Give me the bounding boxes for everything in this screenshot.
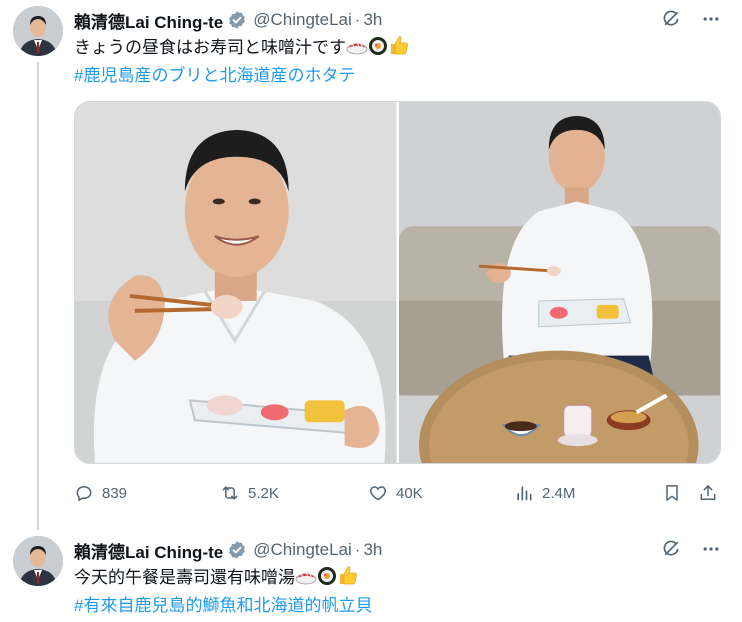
tweet[interactable]: 賴清德Lai Ching-te @ChingteLai · 3h 今天的午餐是壽… [0,530,742,622]
photo-sofa-table[interactable] [398,102,720,463]
views-count: 2.4M [542,484,576,502]
verified-badge-icon [229,11,246,29]
author-name[interactable]: 賴清德Lai Ching-te [74,538,223,563]
sushi-emoji [295,566,317,593]
hashtag-link[interactable]: #鹿児島産のブリと北海道産のホタテ [74,63,410,88]
sushi-emoji [368,36,388,63]
views-icon [517,486,532,501]
share-icon [700,485,716,500]
grok-icon[interactable] [660,538,682,560]
like-icon [370,486,386,501]
sushi-emoji [317,566,337,593]
separator-dot: · [354,540,361,559]
reply-count: 839 [102,484,128,502]
avatar[interactable] [13,536,63,586]
hashtag-link[interactable]: #有來自鹿兒島的鰤魚和北海道的帆立貝 [74,593,372,618]
like-count: 40K [396,484,423,502]
retweet-icon [222,486,238,500]
tweet-header: 賴清德Lai Ching-te @ChingteLai · 3h [74,538,722,562]
tweet[interactable]: 賴清德Lai Ching-te @ChingteLai · 3h きょうの昼食は… [0,0,742,530]
author-handle[interactable]: @ChingteLai [253,10,352,30]
tweet-body: きょうの昼食はお寿司と味噌汁です [74,38,346,57]
more-icon[interactable] [700,538,722,560]
separator-dot: · [354,10,361,29]
tweet-body: 今天的午餐是壽司還有味噌湯 [74,568,295,587]
bookmark-button[interactable] [662,483,690,503]
more-icon[interactable] [700,8,722,30]
reply-button[interactable]: 839 [74,483,127,503]
thumbs-up-emoji [388,34,410,63]
retweet-count: 5.2K [248,484,279,502]
avatar[interactable] [13,6,63,56]
timestamp[interactable]: 3h [363,10,382,30]
media-gallery[interactable] [74,101,721,464]
action-bar: 839 5.2K 40K 2.4M [74,478,721,508]
tweet-text: 今天的午餐是壽司還有味噌湯 #有來自鹿兒島的鰤魚和北海道的帆立貝 [74,564,372,618]
reply-icon [76,485,92,502]
thumbs-up-emoji [337,564,359,593]
like-button[interactable]: 40K [368,483,423,503]
author-handle[interactable]: @ChingteLai [253,540,352,560]
retweet-button[interactable]: 5.2K [220,483,279,503]
photo-closeup-sushi[interactable] [75,102,397,463]
grok-icon[interactable] [660,8,682,30]
share-button[interactable] [698,483,726,503]
tweet-text: きょうの昼食はお寿司と味噌汁です #鹿児島産のブリと北海道産のホタテ [74,34,410,88]
views-button[interactable]: 2.4M [514,483,575,503]
bookmark-icon [666,485,678,501]
sushi-emoji [346,36,368,63]
author-name[interactable]: 賴清德Lai Ching-te [74,8,223,33]
tweet-header: 賴清德Lai Ching-te @ChingteLai · 3h [74,8,722,32]
timestamp[interactable]: 3h [363,540,382,560]
verified-badge-icon [229,541,246,559]
